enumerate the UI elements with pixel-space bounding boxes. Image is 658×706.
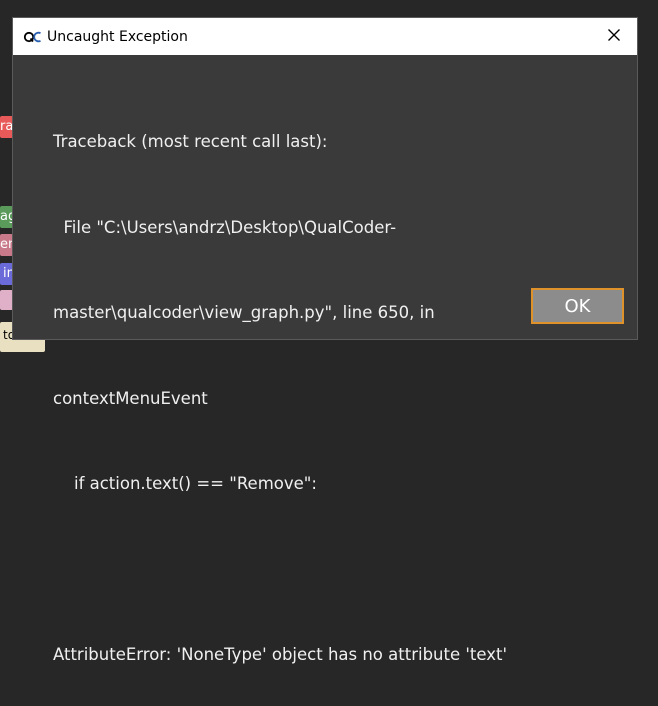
dialog-titlebar[interactable]: Uncaught Exception	[13, 18, 637, 55]
traceback-line: Traceback (most recent call last):	[53, 132, 328, 151]
traceback-message: Traceback (most recent call last): File …	[53, 71, 613, 706]
error-message: AttributeError: 'NoneType' object has no…	[53, 645, 507, 664]
uncaught-exception-dialog: Uncaught Exception Traceback (most recen…	[12, 17, 638, 664]
qualcoder-logo-icon	[23, 27, 43, 47]
traceback-line: File "C:\Users\andrz\Desktop\QualCoder-	[53, 217, 397, 237]
traceback-line	[53, 556, 613, 585]
close-icon	[607, 27, 621, 46]
dialog-title: Uncaught Exception	[47, 28, 188, 45]
traceback-line: contextMenuEvent	[53, 388, 208, 408]
traceback-line: if action.text() == "Remove":	[53, 474, 317, 493]
traceback-line: master\qualcoder\view_graph.py", line 65…	[53, 303, 435, 322]
close-button[interactable]	[591, 18, 637, 55]
ok-button[interactable]: OK	[531, 288, 624, 324]
